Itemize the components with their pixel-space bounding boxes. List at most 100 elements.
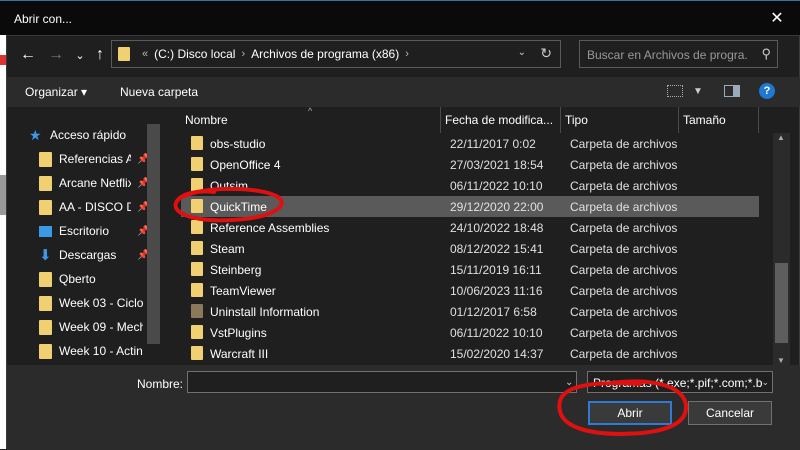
- navigation-pane: ★ Acceso rápido Referencias A 📌 Arcane N…: [7, 107, 163, 365]
- file-list-scrollbar[interactable]: ▲ ▼: [773, 133, 790, 365]
- folder-icon: [191, 178, 203, 192]
- file-date: 27/03/2021 18:54: [450, 158, 544, 172]
- chevron-down-icon: ⌄: [761, 377, 769, 387]
- window-title: Abrir con...: [14, 12, 73, 26]
- folder-icon: [118, 47, 130, 61]
- folder-icon: [191, 283, 203, 297]
- refresh-icon[interactable]: ↻: [540, 45, 552, 62]
- forward-button[interactable]: →: [45, 44, 67, 66]
- column-header-row: ^ Nombre Fecha de modifica... Tipo Tamañ…: [181, 106, 769, 133]
- column-header-name[interactable]: Nombre: [181, 107, 441, 133]
- new-folder-button[interactable]: Nueva carpeta: [120, 85, 198, 99]
- cancel-button[interactable]: Cancelar: [688, 401, 772, 425]
- file-row-selected[interactable]: QuickTime 29/12/2020 22:00 Carpeta de ar…: [181, 196, 759, 217]
- sidebar-item-week-09[interactable]: Week 09 - Mech: [39, 316, 163, 338]
- view-dropdown-icon[interactable]: ▼: [693, 86, 703, 97]
- folder-icon: [39, 319, 52, 335]
- scroll-up-icon[interactable]: ▲: [777, 133, 785, 142]
- view-options-icon[interactable]: [667, 85, 683, 97]
- column-header-date[interactable]: Fecha de modifica...: [441, 107, 561, 133]
- folder-icon: [191, 346, 203, 360]
- forward-arrow-icon: →: [48, 46, 64, 63]
- file-row[interactable]: Warcraft III 15/02/2020 14:37 Carpeta de…: [181, 343, 759, 364]
- file-row[interactable]: obs-studio 22/11/2017 0:02 Carpeta de ar…: [181, 133, 759, 154]
- folder-icon: [191, 262, 203, 276]
- chevron-down-icon[interactable]: ⌄: [565, 377, 573, 388]
- breadcrumb-separator-icon[interactable]: ›: [241, 48, 245, 60]
- scroll-down-icon[interactable]: ▼: [777, 356, 785, 365]
- search-box[interactable]: Buscar en Archivos de progra... ⚲: [579, 40, 778, 68]
- column-header-type[interactable]: Tipo: [561, 107, 679, 133]
- organize-button[interactable]: Organizar ▾: [25, 85, 87, 99]
- file-type: Carpeta de archivos: [570, 221, 678, 235]
- desktop-icon: [39, 225, 52, 237]
- sidebar-item-escritorio[interactable]: Escritorio 📌: [39, 220, 163, 242]
- folder-icon: [191, 136, 203, 150]
- folder-icon: [39, 295, 52, 311]
- file-date: 24/10/2022 18:48: [450, 221, 544, 235]
- file-name: obs-studio: [210, 137, 266, 151]
- file-row[interactable]: TeamViewer 10/06/2023 11:16 Carpeta de a…: [181, 280, 759, 301]
- scrollbar-thumb[interactable]: [775, 263, 788, 343]
- address-bar[interactable]: « (C:) Disco local › Archivos de program…: [111, 40, 561, 68]
- file-name: Reference Assemblies: [210, 221, 330, 235]
- file-row[interactable]: VstPlugins 06/11/2022 10:10 Carpeta de a…: [181, 322, 759, 343]
- file-date: 22/11/2017 0:02: [450, 137, 536, 151]
- navigation-scrollbar[interactable]: [147, 124, 160, 344]
- folder-icon: [191, 157, 203, 171]
- sidebar-item-label: Week 09 - Mech: [59, 320, 143, 334]
- sidebar-item-label: Acceso rápido: [50, 128, 127, 142]
- file-name: TeamViewer: [210, 284, 276, 298]
- file-date: 01/12/2017 6:58: [450, 305, 537, 319]
- sidebar-item-arcane[interactable]: Arcane Netflix 📌: [39, 172, 163, 194]
- sidebar-item-qberto[interactable]: Qberto: [39, 268, 163, 290]
- sidebar-item-quick-access[interactable]: ★ Acceso rápido: [29, 124, 163, 146]
- file-row[interactable]: Uninstall Information 01/12/2017 6:58 Ca…: [181, 301, 759, 322]
- preview-pane-icon[interactable]: [724, 85, 740, 97]
- file-type: Carpeta de archivos: [570, 137, 678, 151]
- folder-icon: [39, 175, 52, 191]
- file-name: Steinberg: [210, 263, 262, 277]
- file-type: Carpeta de archivos: [570, 179, 678, 193]
- sidebar-item-label: Qberto: [59, 272, 96, 286]
- breadcrumb-separator-icon[interactable]: ›: [405, 48, 409, 60]
- file-type: Carpeta de archivos: [570, 305, 678, 319]
- star-icon: ★: [29, 126, 42, 143]
- breadcrumb-folder[interactable]: Archivos de programa (x86): [251, 47, 399, 61]
- sidebar-item-referencias[interactable]: Referencias A 📌: [39, 148, 163, 170]
- file-type-filter-value: Programas (*.exe;*.pif;*.com;*.b: [593, 376, 763, 390]
- file-row[interactable]: Reference Assemblies 24/10/2022 18:48 Ca…: [181, 217, 759, 238]
- sidebar-item-disco-d[interactable]: AA - DISCO D 📌: [39, 196, 163, 218]
- help-icon[interactable]: ?: [759, 83, 775, 99]
- folder-icon: [39, 199, 52, 215]
- back-button[interactable]: ←: [17, 44, 39, 66]
- folder-icon: [39, 151, 52, 167]
- breadcrumb-drive[interactable]: (C:) Disco local: [154, 47, 235, 61]
- file-type-filter[interactable]: Programas (*.exe;*.pif;*.com;*.b ⌄: [587, 371, 773, 393]
- file-row[interactable]: Outsim 06/11/2022 10:10 Carpeta de archi…: [181, 175, 759, 196]
- file-type: Carpeta de archivos: [570, 242, 678, 256]
- folder-icon: [191, 304, 203, 318]
- file-date: 15/11/2019 16:11: [450, 263, 542, 277]
- file-row[interactable]: Steam 08/12/2022 15:41 Carpeta de archiv…: [181, 238, 759, 259]
- file-row[interactable]: OpenOffice 4 27/03/2021 18:54 Carpeta de…: [181, 154, 759, 175]
- path-overflow-icon[interactable]: «: [142, 48, 148, 60]
- file-name-input[interactable]: [187, 371, 577, 393]
- file-row[interactable]: Steinberg 15/11/2019 16:11 Carpeta de ar…: [181, 259, 759, 280]
- file-date: 06/11/2022 10:10: [450, 326, 543, 340]
- up-button[interactable]: ↑: [89, 44, 111, 66]
- title-bar: Abrir con... ✕: [0, 0, 800, 35]
- close-button[interactable]: ✕: [754, 1, 800, 35]
- sidebar-item-descargas[interactable]: ⬇ Descargas 📌: [39, 244, 163, 266]
- folder-icon: [191, 325, 203, 339]
- sidebar-item-week-03[interactable]: Week 03 - Ciclo: [39, 292, 163, 314]
- open-button[interactable]: Abrir: [588, 401, 672, 425]
- sidebar-item-label: Arcane Netflix: [59, 176, 131, 190]
- sidebar-item-label: Escritorio: [59, 224, 110, 238]
- sidebar-item-week-10[interactable]: Week 10 - Acting: [39, 340, 163, 362]
- file-type: Carpeta de archivos: [570, 326, 678, 340]
- sidebar-item-label: Week 10 - Acting: [59, 344, 143, 358]
- address-dropdown-icon[interactable]: ⌄: [518, 47, 526, 58]
- recent-locations-button[interactable]: ⌄: [69, 44, 91, 66]
- column-header-size[interactable]: Tamaño: [679, 107, 759, 133]
